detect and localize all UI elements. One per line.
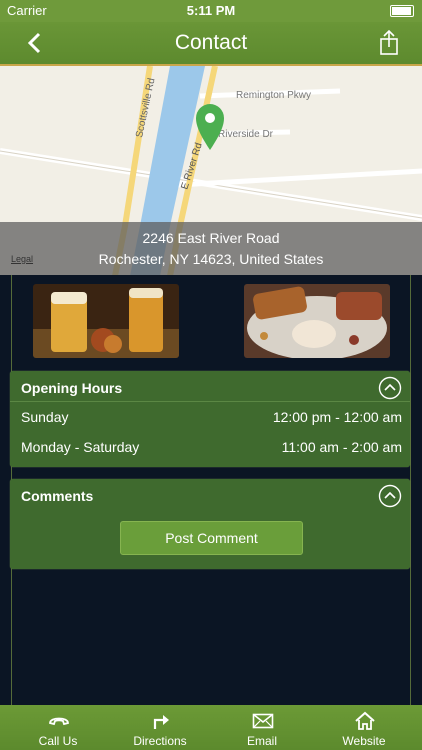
clock: 5:11 PM — [186, 3, 236, 18]
home-icon — [355, 711, 375, 730]
comments-panel: Comments Post Comment — [10, 479, 410, 569]
tab-label: Website — [342, 734, 386, 748]
post-comment-button[interactable]: Post Comment — [120, 521, 303, 555]
street-label: Riverside Dr — [218, 129, 274, 140]
opening-hours-panel: Opening Hours Sunday 12:00 pm - 12:00 am… — [10, 371, 410, 467]
opening-hours-title: Opening Hours — [21, 380, 123, 396]
tab-call-us[interactable]: Call Us — [6, 705, 110, 750]
map-legal-link[interactable]: Legal — [11, 254, 33, 264]
email-icon — [252, 713, 274, 729]
hours-time: 12:00 pm - 12:00 am — [272, 409, 402, 425]
battery-icon — [390, 5, 414, 17]
tab-label: Directions — [133, 734, 187, 748]
street-label: Scottsville Rd — [134, 77, 157, 139]
chevron-up-icon[interactable] — [378, 376, 402, 400]
tab-label: Email — [246, 734, 277, 748]
page-title: Contact — [174, 31, 248, 54]
hours-day: Sunday — [21, 409, 69, 425]
status-bar: Carrier 5:11 PM — [0, 0, 422, 22]
content-area: Opening Hours Sunday 12:00 pm - 12:00 am… — [0, 275, 422, 705]
tab-email[interactable]: Email — [210, 705, 314, 750]
comments-title: Comments — [21, 488, 94, 504]
address-line-2: Rochester, NY 14623, United States — [98, 251, 324, 267]
share-icon[interactable] — [374, 28, 404, 58]
address-line-1: 2246 East River Road — [142, 230, 280, 246]
hours-day: Monday - Saturday — [21, 439, 140, 455]
sandwich-photo[interactable] — [244, 284, 390, 358]
hours-time: 11:00 am - 2:00 am — [281, 439, 402, 455]
nav-bar: Contact — [0, 22, 422, 66]
tab-website[interactable]: Website — [312, 705, 416, 750]
beer-photo[interactable] — [33, 284, 179, 358]
address-overlay: 2246 East River Road Rochester, NY 14623… — [0, 222, 422, 275]
tab-label: Call Us — [38, 734, 78, 748]
directions-icon — [153, 715, 169, 729]
phone-icon — [49, 717, 69, 726]
chevron-up-icon[interactable] — [378, 484, 402, 508]
tab-directions[interactable]: Directions — [108, 705, 212, 750]
tab-bar: Call Us Directions Email Website — [0, 705, 422, 750]
street-label: Remington Pkwy — [236, 90, 311, 101]
